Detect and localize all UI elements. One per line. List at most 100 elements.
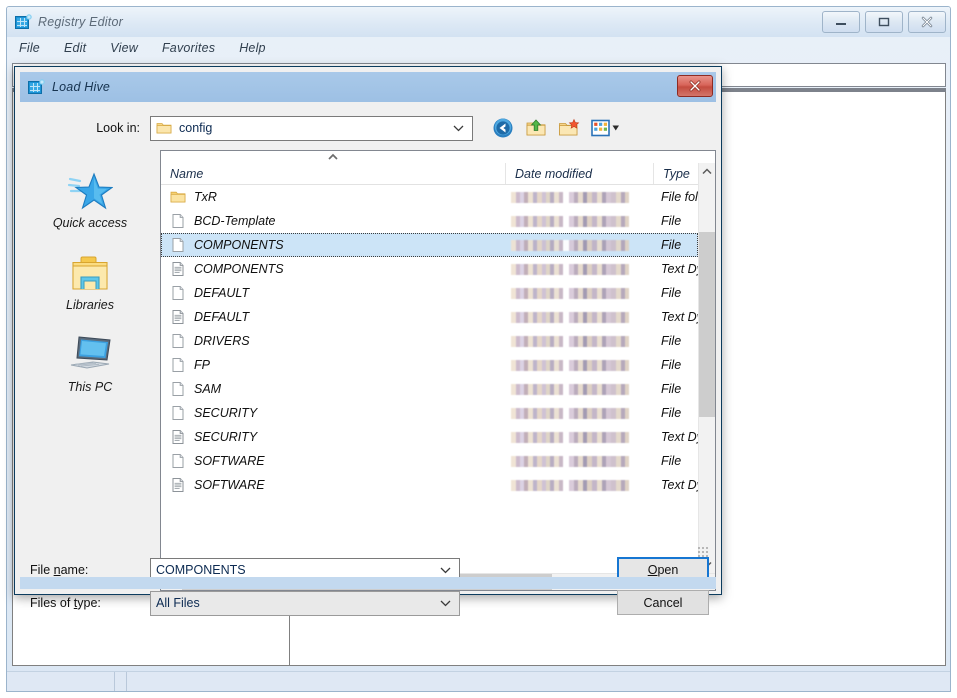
table-row[interactable]: TxRFile fol bbox=[161, 185, 698, 209]
redacted-date bbox=[511, 456, 629, 467]
main-window-title: Registry Editor bbox=[38, 15, 123, 29]
table-row[interactable]: DRIVERSFile bbox=[161, 329, 698, 353]
folder-up-icon bbox=[525, 117, 547, 139]
redacted-date bbox=[511, 360, 629, 371]
file-name-cell: DRIVERS bbox=[161, 333, 506, 349]
file-type-cell: File bbox=[654, 214, 698, 228]
dialog-bottom-strip bbox=[20, 577, 716, 589]
look-in-value: config bbox=[179, 121, 212, 135]
close-icon bbox=[688, 80, 702, 92]
file-type-cell: Text Dу bbox=[654, 478, 698, 492]
files-of-type-value: All Files bbox=[156, 596, 200, 610]
redacted-date bbox=[511, 480, 629, 491]
file-name-cell: FP bbox=[161, 357, 506, 373]
file-type-cell: File bbox=[654, 358, 698, 372]
file-name-text: SECURITY bbox=[194, 430, 257, 444]
up-one-level-button[interactable] bbox=[524, 116, 548, 140]
place-label: Quick access bbox=[53, 216, 127, 230]
date-modified-cell bbox=[506, 384, 654, 395]
table-row[interactable]: SOFTWAREFile bbox=[161, 449, 698, 473]
star-icon bbox=[67, 170, 113, 212]
file-icon bbox=[170, 333, 186, 349]
file-list-rows: TxRFile folBCD-TemplateFileCOMPONENTSFil… bbox=[161, 185, 698, 573]
status-bar bbox=[7, 671, 950, 691]
date-modified-cell bbox=[506, 312, 654, 323]
look-in-row: Look in: config bbox=[20, 110, 716, 146]
file-name-text: SOFTWARE bbox=[194, 478, 265, 492]
file-icon bbox=[170, 285, 186, 301]
table-row[interactable]: SECURITYFile bbox=[161, 401, 698, 425]
scroll-up-button[interactable] bbox=[699, 163, 716, 180]
date-modified-cell bbox=[506, 336, 654, 347]
dialog-titlebar: Load Hive bbox=[20, 72, 716, 102]
file-name-text: SOFTWARE bbox=[194, 454, 265, 468]
file-type-cell: Text Dу bbox=[654, 262, 698, 276]
place-quick-access[interactable]: Quick access bbox=[34, 170, 146, 230]
place-libraries[interactable]: Libraries bbox=[34, 252, 146, 312]
file-type-cell: Text Dу bbox=[654, 430, 698, 444]
place-this-pc[interactable]: This PC bbox=[34, 334, 146, 394]
table-row[interactable]: SAMFile bbox=[161, 377, 698, 401]
close-button[interactable] bbox=[908, 11, 946, 33]
maximize-icon bbox=[877, 16, 891, 28]
chevron-down-icon[interactable] bbox=[440, 594, 451, 612]
maximize-button[interactable] bbox=[865, 11, 903, 33]
minimize-button[interactable] bbox=[822, 11, 860, 33]
screen: Registry Editor bbox=[0, 0, 957, 698]
file-name-cell: DEFAULT bbox=[161, 309, 506, 325]
column-header-name[interactable]: Name bbox=[161, 163, 506, 184]
file-name-text: FP bbox=[194, 358, 210, 372]
table-row[interactable]: FP File bbox=[161, 353, 698, 377]
menu-edit[interactable]: Edit bbox=[62, 40, 88, 56]
file-icon bbox=[170, 381, 186, 397]
files-of-type-select[interactable]: All Files bbox=[150, 591, 460, 616]
table-row[interactable]: COMPONENTSFile bbox=[161, 233, 698, 257]
file-name-cell: SOFTWARE bbox=[161, 453, 506, 469]
load-hive-dialog: Load Hive Look in: config bbox=[14, 66, 722, 595]
new-folder-icon bbox=[558, 117, 580, 139]
file-name-cell: SECURITY bbox=[161, 405, 506, 421]
table-row[interactable]: DEFAULTFile bbox=[161, 281, 698, 305]
text-doc-icon bbox=[170, 429, 186, 445]
back-button[interactable] bbox=[491, 116, 515, 140]
file-name-text: TxR bbox=[194, 190, 217, 204]
registry-icon bbox=[15, 14, 31, 30]
folder-icon bbox=[170, 189, 186, 205]
resize-gripper[interactable] bbox=[697, 546, 709, 558]
table-row[interactable]: DEFAULTText Dу bbox=[161, 305, 698, 329]
chevron-down-icon[interactable] bbox=[453, 119, 464, 137]
views-button[interactable] bbox=[590, 116, 622, 140]
date-modified-cell bbox=[506, 240, 654, 251]
menu-view[interactable]: View bbox=[108, 40, 140, 56]
vertical-scrollbar[interactable] bbox=[698, 163, 715, 573]
new-folder-button[interactable] bbox=[557, 116, 581, 140]
table-row[interactable]: SOFTWARE Text Dу bbox=[161, 473, 698, 497]
dialog-close-button[interactable] bbox=[677, 75, 713, 97]
file-name-text: SECURITY bbox=[194, 406, 257, 420]
table-row[interactable]: SECURITY Text Dу bbox=[161, 425, 698, 449]
table-row[interactable]: COMPONENTSText Dу bbox=[161, 257, 698, 281]
date-modified-cell bbox=[506, 264, 654, 275]
file-name-text: DRIVERS bbox=[194, 334, 250, 348]
main-menubar: File Edit View Favorites Help bbox=[7, 37, 950, 59]
menu-help[interactable]: Help bbox=[237, 40, 268, 56]
vertical-scroll-thumb[interactable] bbox=[699, 232, 716, 417]
vertical-scroll-track[interactable] bbox=[699, 180, 716, 556]
column-header-date-modified[interactable]: Date modified bbox=[506, 163, 654, 184]
file-name-cell: DEFAULT bbox=[161, 285, 506, 301]
dialog-title: Load Hive bbox=[52, 80, 110, 94]
redacted-date bbox=[511, 312, 629, 323]
place-label: This PC bbox=[68, 380, 112, 394]
redacted-date bbox=[511, 408, 629, 419]
places-bar: Quick access Libraries bbox=[26, 150, 154, 544]
files-of-type-label: Files of type: bbox=[20, 596, 150, 610]
window-controls bbox=[822, 11, 946, 33]
menu-favorites[interactable]: Favorites bbox=[160, 40, 217, 56]
menu-file[interactable]: File bbox=[17, 40, 42, 56]
redacted-date bbox=[511, 384, 629, 395]
cancel-button[interactable]: Cancel bbox=[617, 590, 709, 615]
sort-ascending-icon bbox=[327, 153, 339, 163]
table-row[interactable]: BCD-TemplateFile bbox=[161, 209, 698, 233]
look-in-combobox[interactable]: config bbox=[150, 116, 473, 141]
text-doc-icon bbox=[170, 477, 186, 493]
